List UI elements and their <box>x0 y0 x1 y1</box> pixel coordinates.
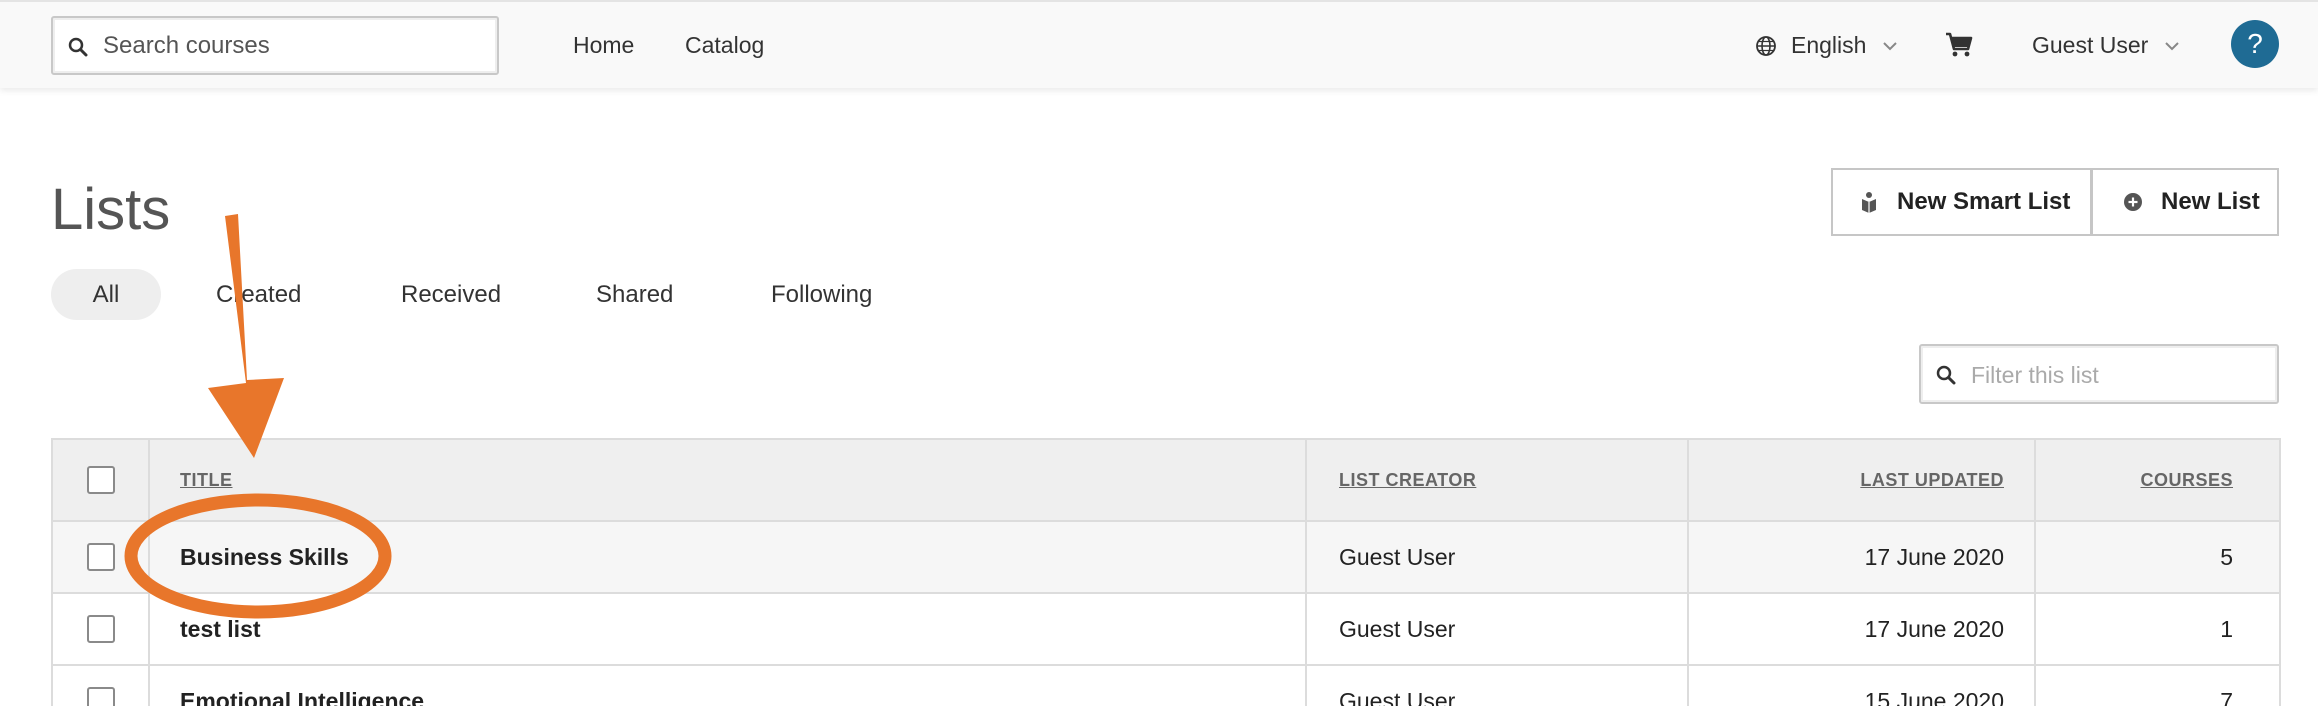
filter-input[interactable] <box>1971 362 2261 389</box>
row-course-count: 7 <box>2034 664 2281 706</box>
row-creator: Guest User <box>1305 520 1689 594</box>
row-checkbox[interactable] <box>86 543 115 572</box>
language-selector[interactable]: English <box>1755 32 1898 59</box>
row-title-cell: test list <box>148 592 1307 666</box>
cart-icon <box>1946 32 1973 57</box>
search-icon <box>1936 365 1956 385</box>
help-icon: ? <box>2247 28 2263 59</box>
lists-table: TITLE LIST CREATOR LAST UPDATED COURSES … <box>51 438 2281 706</box>
user-name: Guest User <box>2032 32 2149 58</box>
user-menu[interactable]: Guest User <box>2032 32 2180 59</box>
plus-circle-icon <box>2124 193 2142 211</box>
help-button[interactable]: ? <box>2231 20 2279 68</box>
chevron-down-icon <box>2165 41 2180 50</box>
chevron-down-icon <box>1883 41 1898 50</box>
row-creator: Guest User <box>1305 664 1689 706</box>
tab-created[interactable]: Created <box>216 269 301 320</box>
row-course-count: 1 <box>2034 592 2281 666</box>
tab-shared[interactable]: Shared <box>596 269 673 320</box>
page-title: Lists <box>51 177 171 242</box>
nav-catalog-link[interactable]: Catalog <box>685 32 764 59</box>
cart-button[interactable] <box>1945 32 1973 63</box>
new-list-button[interactable]: New List <box>2091 168 2279 236</box>
table-row[interactable]: test list Guest User 17 June 2020 1 <box>51 592 2281 666</box>
row-creator: Guest User <box>1305 592 1689 666</box>
new-smart-list-button[interactable]: New Smart List <box>1831 168 2092 236</box>
language-label: English <box>1791 32 1867 58</box>
row-last-updated: 17 June 2020 <box>1687 592 2036 666</box>
row-title-cell: Emotional Intelligence <box>148 664 1307 706</box>
table-row[interactable]: Emotional Intelligence Guest User 15 Jun… <box>51 664 2281 706</box>
new-list-label: New List <box>2161 188 2260 215</box>
filter-box[interactable] <box>1919 344 2279 404</box>
row-last-updated: 17 June 2020 <box>1687 520 2036 594</box>
smart-list-icon <box>1862 192 1876 213</box>
select-all-cell <box>51 438 150 522</box>
tab-received[interactable]: Received <box>401 269 501 320</box>
row-checkbox[interactable] <box>86 615 115 644</box>
row-checkbox[interactable] <box>86 687 115 706</box>
search-icon <box>68 37 88 57</box>
row-last-updated: 15 June 2020 <box>1687 664 2036 706</box>
row-select-cell <box>51 592 150 666</box>
column-header-list-creator[interactable]: LIST CREATOR <box>1305 438 1689 522</box>
new-smart-list-label: New Smart List <box>1897 188 2071 215</box>
search-box[interactable] <box>51 16 499 75</box>
row-select-cell <box>51 520 150 594</box>
row-title-link[interactable]: Business Skills <box>180 544 349 570</box>
column-header-courses[interactable]: COURSES <box>2034 438 2281 522</box>
row-course-count: 5 <box>2034 520 2281 594</box>
row-select-cell <box>51 664 150 706</box>
nav-home-link[interactable]: Home <box>573 32 634 59</box>
top-navigation-bar: Home Catalog English Guest User ? <box>0 0 2318 88</box>
row-title-link[interactable]: Emotional Intelligence <box>180 688 424 706</box>
row-title-link[interactable]: test list <box>180 616 261 642</box>
table-row[interactable]: Business Skills Guest User 17 June 2020 … <box>51 520 2281 594</box>
annotation-arrow-icon <box>208 214 284 458</box>
search-input[interactable] <box>103 32 483 60</box>
globe-icon <box>1756 35 1776 56</box>
tab-following[interactable]: Following <box>771 269 872 320</box>
row-title-cell: Business Skills <box>148 520 1307 594</box>
column-header-last-updated[interactable]: LAST UPDATED <box>1687 438 2036 522</box>
select-all-checkbox[interactable] <box>86 466 115 494</box>
column-header-title[interactable]: TITLE <box>148 438 1307 522</box>
table-header-row: TITLE LIST CREATOR LAST UPDATED COURSES <box>51 438 2281 522</box>
tab-all[interactable]: All <box>51 269 161 320</box>
